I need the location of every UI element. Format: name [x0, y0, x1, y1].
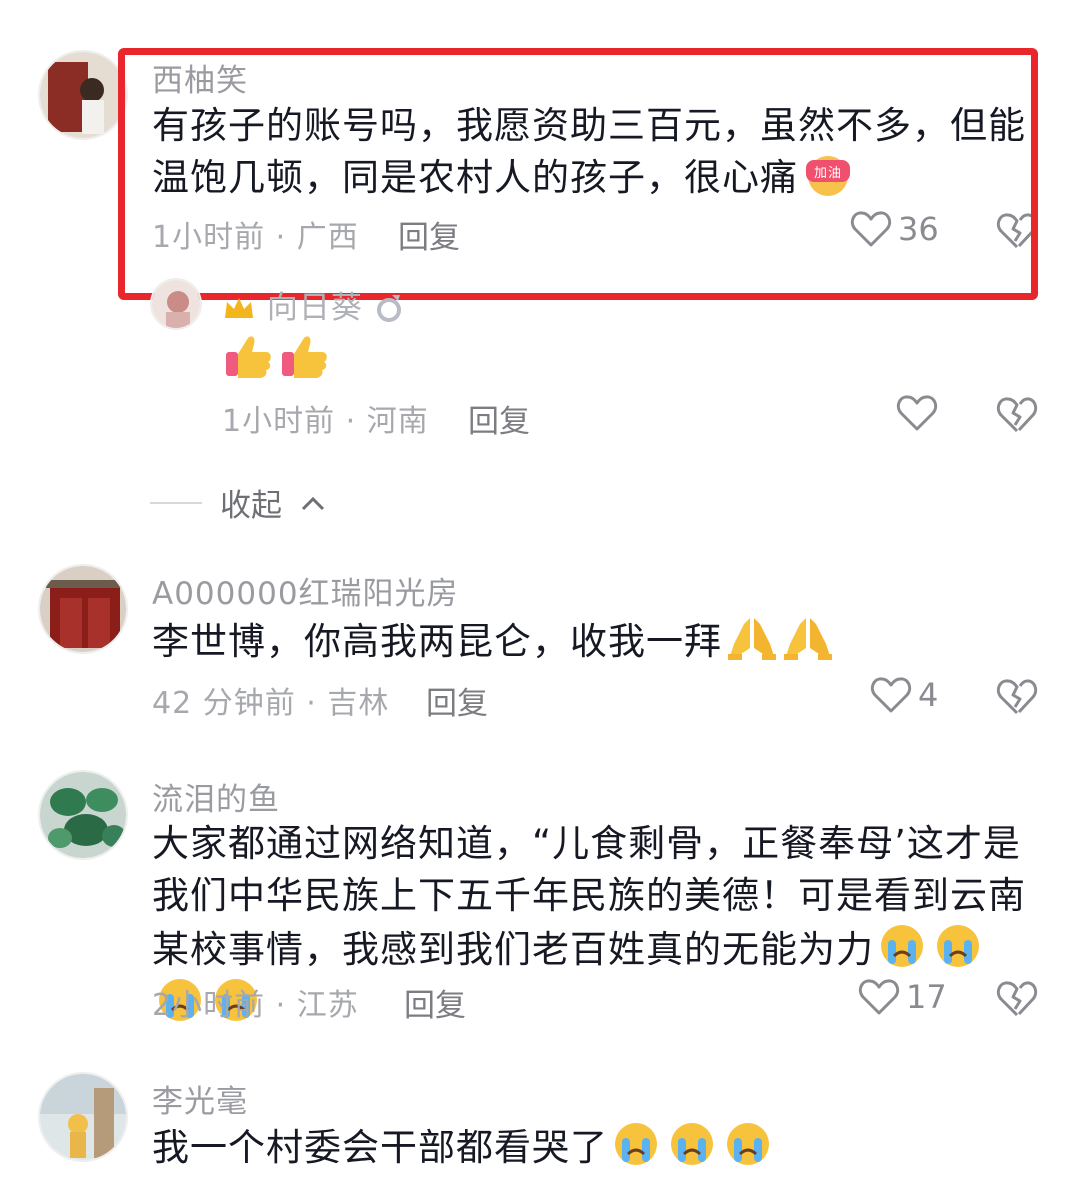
time-location: 42 分钟前 · 吉林: [152, 686, 390, 721]
cheer-badge-label: 加油: [814, 166, 842, 181]
heart-outline-icon: [870, 677, 912, 713]
thumbs-up-emoji: [222, 332, 274, 378]
reply-button[interactable]: 回复: [404, 980, 466, 1025]
comment-text-content: 李世博，你高我两昆仑，收我一拜: [152, 620, 722, 663]
collapse-replies-button[interactable]: 收起: [150, 480, 326, 525]
username-label: 向日葵: [266, 290, 363, 326]
broken-heart-icon[interactable]: [996, 678, 1038, 716]
like-button[interactable]: 17: [858, 978, 947, 1016]
time-location: 1小时前 · 河南: [222, 404, 429, 439]
heart-outline-icon: [850, 211, 892, 247]
crying-emoji: [612, 1120, 664, 1165]
avatar[interactable]: [150, 278, 202, 330]
broken-heart-icon[interactable]: [996, 396, 1038, 434]
like-button[interactable]: 4: [870, 676, 938, 714]
avatar[interactable]: [38, 770, 128, 860]
reply-button[interactable]: 回复: [468, 396, 530, 441]
comment-text: 李世博，你高我两昆仑，收我一拜: [152, 614, 1032, 668]
avatar[interactable]: [38, 564, 128, 654]
username[interactable]: 向日葵: [222, 282, 406, 327]
time-location: 1小时前 · 广西: [152, 220, 359, 255]
comment-text: 有孩子的账号吗，我愿资助三百元，虽然不多，但能温饱几顿，同是农村人的孩子，很心痛…: [152, 100, 1032, 204]
username[interactable]: 李光毫: [152, 1076, 248, 1121]
reply-button[interactable]: 回复: [426, 678, 488, 723]
crying-emoji: [934, 922, 986, 967]
comment-text: [222, 332, 1080, 386]
thumbs-up-emoji: [278, 332, 330, 378]
heart-outline-icon: [858, 979, 900, 1015]
username[interactable]: A000000红瑞阳光房: [152, 568, 459, 613]
like-button[interactable]: [896, 394, 938, 432]
like-count: 4: [918, 676, 939, 714]
divider: [150, 501, 202, 504]
crying-emoji: [878, 922, 930, 967]
crying-emoji: [724, 1120, 776, 1165]
ring-icon: [374, 290, 406, 326]
avatar[interactable]: [38, 1072, 128, 1162]
time-location: 2小时前 · 江苏: [152, 988, 359, 1023]
broken-heart-icon[interactable]: [996, 212, 1038, 250]
comment-text-content: 有孩子的账号吗，我愿资助三百元，虽然不多，但能温饱几顿，同是农村人的孩子，很心痛: [152, 104, 1026, 199]
crying-emoji: [668, 1120, 720, 1165]
heart-outline-icon: [896, 395, 938, 431]
pray-emoji: [726, 614, 778, 660]
like-count: 17: [906, 978, 947, 1016]
avatar[interactable]: [38, 50, 128, 140]
crown-icon: [222, 290, 267, 326]
reply-button[interactable]: 回复: [398, 212, 460, 257]
chevron-up-icon: [301, 496, 325, 510]
broken-heart-icon[interactable]: [996, 980, 1038, 1018]
collapse-label: 收起: [220, 488, 282, 524]
like-button[interactable]: 36: [850, 210, 939, 248]
pray-emoji: [782, 614, 834, 660]
like-count: 36: [898, 210, 939, 248]
username[interactable]: 流泪的鱼: [152, 774, 280, 819]
comment-text-content: 我一个村委会干部都看哭了: [152, 1126, 608, 1169]
cheer-badge-emoji: 加油: [802, 154, 854, 198]
username[interactable]: 西柚笑: [152, 55, 248, 100]
comment-text: 我一个村委会干部都看哭了: [152, 1120, 1032, 1174]
